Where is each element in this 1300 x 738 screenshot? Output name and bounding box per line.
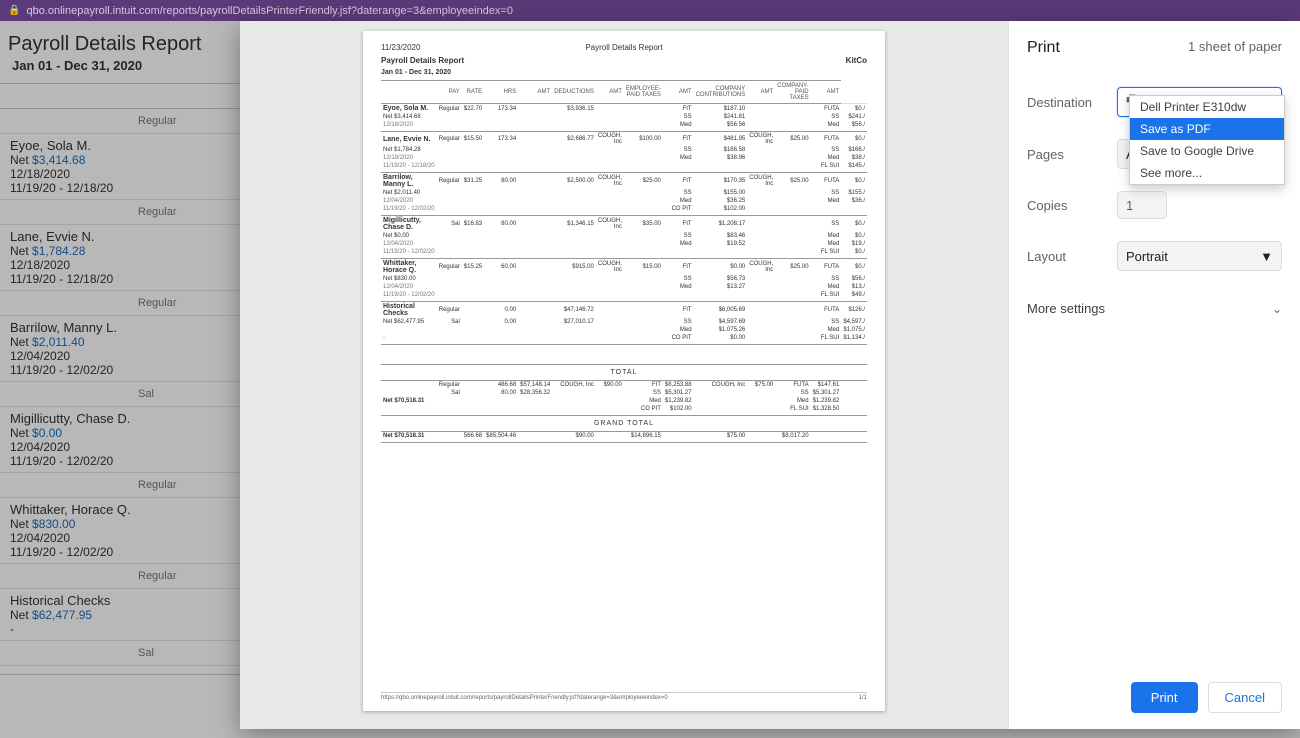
chevron-down-icon: ▼ [1260,249,1273,264]
layout-label: Layout [1027,249,1117,264]
print-dialog: 11/23/2020 Payroll Details Report Payrol… [240,21,1300,729]
destination-option[interactable]: Dell Printer E310dw [1130,96,1284,118]
destination-option[interactable]: See more... [1130,162,1284,184]
cancel-button[interactable]: Cancel [1208,682,1282,713]
preview-range: Jan 01 - Dec 31, 2020 [381,69,867,76]
layout-value: Portrait [1126,249,1168,264]
lock-icon: 🔒 [8,5,20,16]
preview-footer-page: 1/1 [859,695,867,701]
destination-dropdown: Dell Printer E310dwSave as PDFSave to Go… [1129,95,1285,185]
print-panel-title: Print [1027,39,1060,57]
preview-footer-url: https://qbo.onlinepayroll.intuit.com/rep… [381,695,668,701]
pages-label: Pages [1027,147,1117,162]
preview-table: PAYRATEHRSAMTDEDUCTIONSAMTEMPLOYEE-PAID … [381,80,867,443]
destination-option[interactable]: Save to Google Drive [1130,140,1284,162]
more-settings-label: More settings [1027,301,1105,316]
chevron-down-icon: ⌄ [1272,302,1282,316]
layout-select[interactable]: Portrait ▼ [1117,241,1282,271]
more-settings-toggle[interactable]: More settings ⌄ [1027,293,1282,324]
browser-url-bar: 🔒 qbo.onlinepayroll.intuit.com/reports/p… [0,0,1300,21]
print-button[interactable]: Print [1131,682,1198,713]
preview-company: KitCo [846,56,867,65]
destination-label: Destination [1027,95,1117,110]
print-preview-page: 11/23/2020 Payroll Details Report Payrol… [363,31,885,711]
print-preview-pane: 11/23/2020 Payroll Details Report Payrol… [240,21,1008,729]
preview-title: Payroll Details Report [381,43,867,52]
url-text: qbo.onlinepayroll.intuit.com/reports/pay… [26,5,1292,17]
preview-subtitle: Payroll Details Report [381,56,464,65]
destination-option[interactable]: Save as PDF [1130,118,1284,140]
copies-input[interactable] [1117,191,1167,219]
copies-label: Copies [1027,198,1117,213]
print-settings-panel: Print 1 sheet of paper Destination 🖶Dell… [1008,21,1300,729]
print-sheet-count: 1 sheet of paper [1188,39,1282,57]
